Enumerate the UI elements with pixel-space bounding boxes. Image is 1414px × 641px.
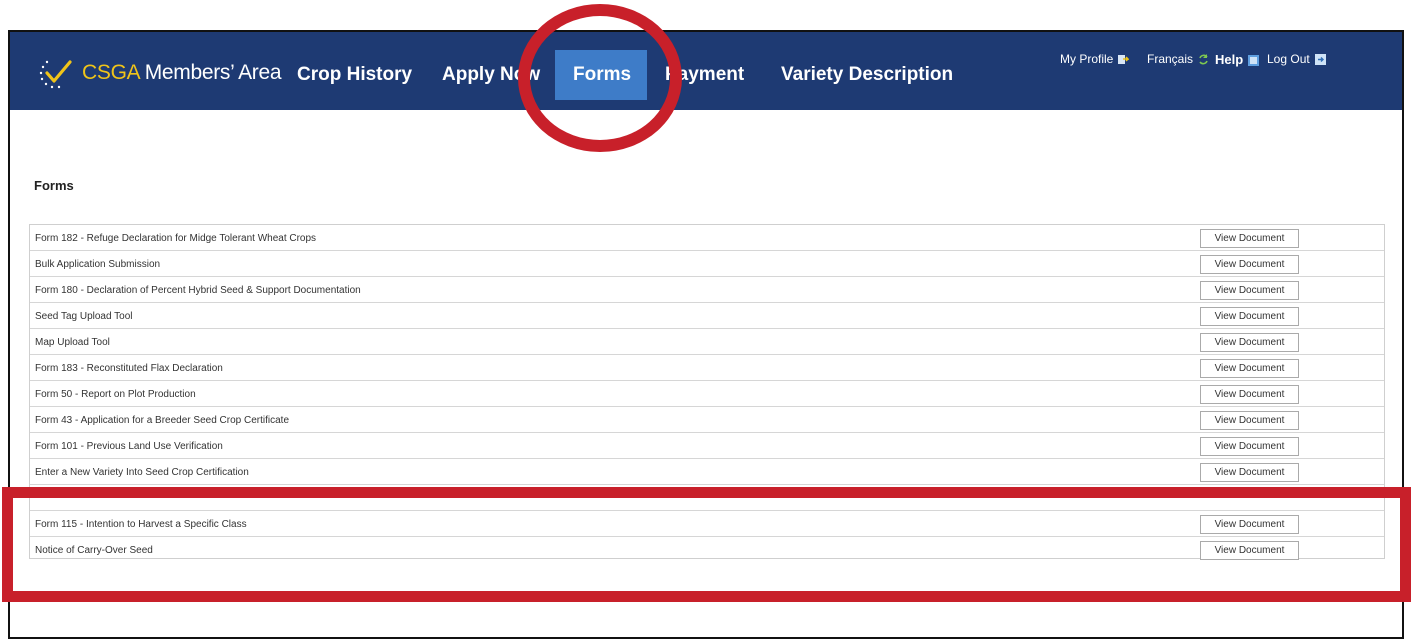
form-name: Form 115 - Intention to Harvest a Specif…	[35, 519, 247, 530]
form-name: Form 50 - Report on Plot Production	[35, 389, 196, 400]
form-name: Form 183 - Reconstituted Flax Declaratio…	[35, 363, 223, 374]
view-document-button[interactable]: View Document	[1200, 515, 1299, 534]
help-icon	[1248, 54, 1260, 66]
form-name: Form 101 - Previous Land Use Verificatio…	[35, 441, 223, 452]
view-document-button[interactable]: View Document	[1200, 281, 1299, 300]
logout-link[interactable]: Log Out	[1267, 52, 1326, 66]
nav-apply-now[interactable]: Apply Now	[442, 50, 540, 100]
table-row: Enter a New Variety Into Seed Crop Certi…	[30, 459, 1384, 485]
logout-label: Log Out	[1267, 52, 1310, 66]
my-profile-label: My Profile	[1060, 52, 1114, 66]
form-name: Bulk Application Submission	[35, 259, 161, 270]
form-name: Form 43 - Application for a Breeder Seed…	[35, 415, 290, 426]
nav-variety-description[interactable]: Variety Description	[781, 50, 953, 100]
table-row: Form 182 - Refuge Declaration for Midge …	[30, 225, 1384, 251]
nav-crop-history[interactable]: Crop History	[297, 50, 412, 100]
logo-text: CSGA Members’ Area	[82, 61, 282, 85]
view-document-button[interactable]: View Document	[1200, 255, 1299, 274]
view-document-button[interactable]: View Document	[1200, 359, 1299, 378]
form-name: Enter a New Variety Into Seed Crop Certi…	[35, 467, 249, 478]
language-label: Français	[1147, 52, 1194, 66]
form-name: Form 180 - Declaration of Percent Hybrid…	[35, 285, 361, 296]
top-navbar: CSGA Members’ Area Crop History Apply No…	[8, 30, 1404, 110]
table-row: Bulk Application Submission View Documen…	[30, 251, 1384, 277]
view-document-button[interactable]: View Document	[1200, 463, 1299, 482]
nav-forms[interactable]: Forms	[555, 50, 647, 100]
form-name: Seed Tag Upload Tool	[35, 311, 133, 322]
checkmark-logo-icon	[38, 56, 80, 90]
page-title: Forms	[34, 178, 74, 193]
view-document-button[interactable]: View Document	[1200, 307, 1299, 326]
logo-subtitle: Members’ Area	[139, 61, 282, 84]
refresh-icon	[1198, 53, 1209, 65]
help-link[interactable]: Help	[1215, 52, 1260, 67]
forms-table: Form 182 - Refuge Declaration for Midge …	[29, 224, 1385, 560]
profile-icon	[1118, 54, 1131, 65]
table-row: Form 183 - Reconstituted Flax Declaratio…	[30, 355, 1384, 381]
table-row-obscured	[30, 485, 1384, 511]
view-document-button[interactable]: View Document	[1200, 229, 1299, 248]
logo[interactable]: CSGA Members’ Area	[38, 56, 282, 90]
view-document-button[interactable]: View Document	[1200, 385, 1299, 404]
form-name: Form 182 - Refuge Declaration for Midge …	[35, 233, 317, 244]
my-profile-link[interactable]: My Profile	[1060, 52, 1131, 66]
table-row: Form 101 - Previous Land Use Verificatio…	[30, 433, 1384, 459]
view-document-button[interactable]: View Document	[1200, 437, 1299, 456]
table-row: Map Upload Tool View Document	[30, 329, 1384, 355]
view-document-button[interactable]: View Document	[1200, 411, 1299, 430]
table-row: Notice of Carry-Over Seed View Document	[30, 537, 1384, 563]
logout-icon	[1314, 53, 1326, 65]
form-name: Notice of Carry-Over Seed	[35, 545, 153, 556]
table-row: Form 115 - Intention to Harvest a Specif…	[30, 511, 1384, 537]
view-document-button[interactable]: View Document	[1200, 541, 1299, 560]
table-row: Form 43 - Application for a Breeder Seed…	[30, 407, 1384, 433]
logo-brand: CSGA	[82, 61, 140, 84]
view-document-button[interactable]: View Document	[1200, 333, 1299, 352]
table-row: Form 50 - Report on Plot Production View…	[30, 381, 1384, 407]
nav-payment[interactable]: Payment	[665, 50, 744, 100]
language-toggle[interactable]: Français	[1147, 52, 1209, 66]
table-row: Form 180 - Declaration of Percent Hybrid…	[30, 277, 1384, 303]
help-label: Help	[1215, 52, 1244, 67]
table-row: Seed Tag Upload Tool View Document	[30, 303, 1384, 329]
form-name: Map Upload Tool	[35, 337, 110, 348]
